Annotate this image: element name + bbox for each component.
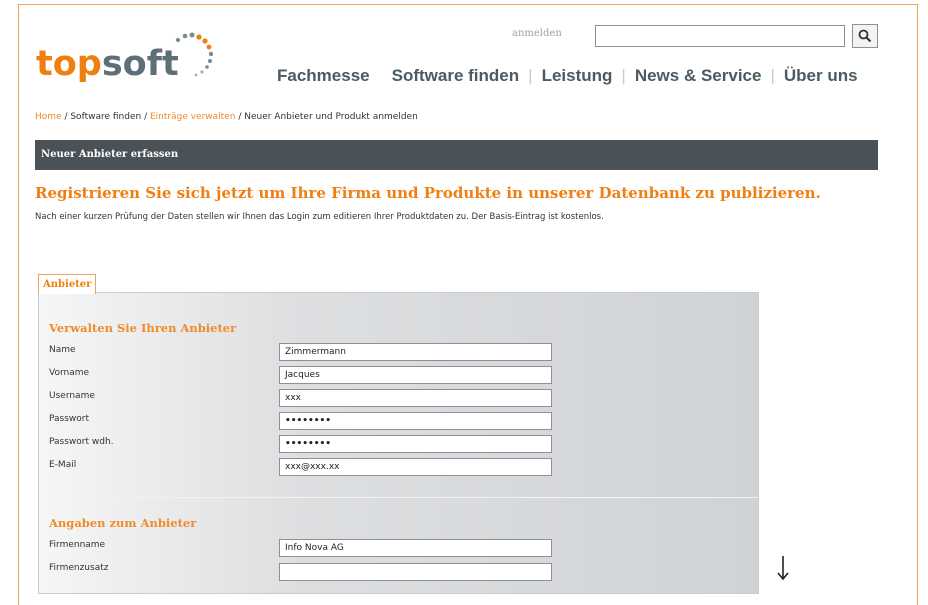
section-title-bar: Neuer Anbieter erfassen xyxy=(35,140,878,170)
field-label-firmenzusatz: Firmenzusatz xyxy=(49,563,109,573)
nav-news-service[interactable]: News & Service xyxy=(635,66,762,86)
vorname-field[interactable]: Jacques xyxy=(279,366,552,384)
firmenname-field[interactable]: Info Nova AG xyxy=(279,539,552,557)
field-label-username: Username xyxy=(49,391,95,401)
breadcrumb-current: Neuer Anbieter und Produkt anmelden xyxy=(244,112,418,122)
field-label-firmenname: Firmenname xyxy=(49,540,106,550)
field-label-vorname: Vorname xyxy=(49,368,90,378)
password-field[interactable]: •••••••• xyxy=(279,412,552,430)
field-label-name: Name xyxy=(49,345,76,355)
search-input[interactable] xyxy=(595,25,845,47)
main-nav: Fachmesse Software finden | Leistung | N… xyxy=(277,66,858,86)
nav-ueber-uns[interactable]: Über uns xyxy=(784,66,858,86)
form-panel: Verwalten Sie Ihren Anbieter Name Zimmer… xyxy=(38,292,759,594)
page-headline: Registrieren Sie sich jetzt um Ihre Firm… xyxy=(35,184,821,202)
topsoft-logo[interactable]: topsoft xyxy=(36,24,236,84)
logo-text: topsoft xyxy=(36,44,179,84)
nav-separator: | xyxy=(528,66,533,85)
logo-dots-icon xyxy=(175,32,214,77)
search-button[interactable] xyxy=(852,24,878,48)
breadcrumb-eintraege-verwalten[interactable]: Einträge verwalten xyxy=(150,112,235,122)
login-link[interactable]: anmelden xyxy=(512,28,562,39)
firmenzusatz-field[interactable] xyxy=(279,563,552,581)
breadcrumb-home[interactable]: Home xyxy=(35,112,62,122)
nav-separator: | xyxy=(770,66,775,85)
nav-software-finden[interactable]: Software finden xyxy=(392,66,520,86)
section-divider xyxy=(39,497,758,498)
magnifier-icon xyxy=(858,29,872,43)
nav-leistung[interactable]: Leistung xyxy=(542,66,613,86)
field-label-passwort-wdh: Passwort wdh. xyxy=(49,437,114,447)
down-arrow-icon xyxy=(777,556,789,581)
breadcrumb-separator: / xyxy=(141,112,150,122)
intro-text: Nach einer kurzen Prüfung der Daten stel… xyxy=(35,212,604,222)
nav-separator: | xyxy=(621,66,626,85)
email-field[interactable]: xxx@xxx.xx xyxy=(279,458,552,476)
tab-anbieter[interactable]: Anbieter xyxy=(38,274,97,294)
nav-fachmesse[interactable]: Fachmesse xyxy=(277,66,370,86)
breadcrumb: Home / Software finden / Einträge verwal… xyxy=(35,112,418,122)
field-label-passwort: Passwort xyxy=(49,414,90,424)
section-title-verwalten: Verwalten Sie Ihren Anbieter xyxy=(49,321,237,335)
section-title-angaben: Angaben zum Anbieter xyxy=(49,516,197,530)
field-label-email: E-Mail xyxy=(49,460,77,470)
logo-part-top: top xyxy=(36,44,102,84)
username-field[interactable]: xxx xyxy=(279,389,552,407)
password-repeat-field[interactable]: •••••••• xyxy=(279,435,552,453)
breadcrumb-separator: / xyxy=(235,112,245,122)
breadcrumb-software-finden[interactable]: Software finden xyxy=(70,112,141,122)
name-field[interactable]: Zimmermann xyxy=(279,343,552,361)
